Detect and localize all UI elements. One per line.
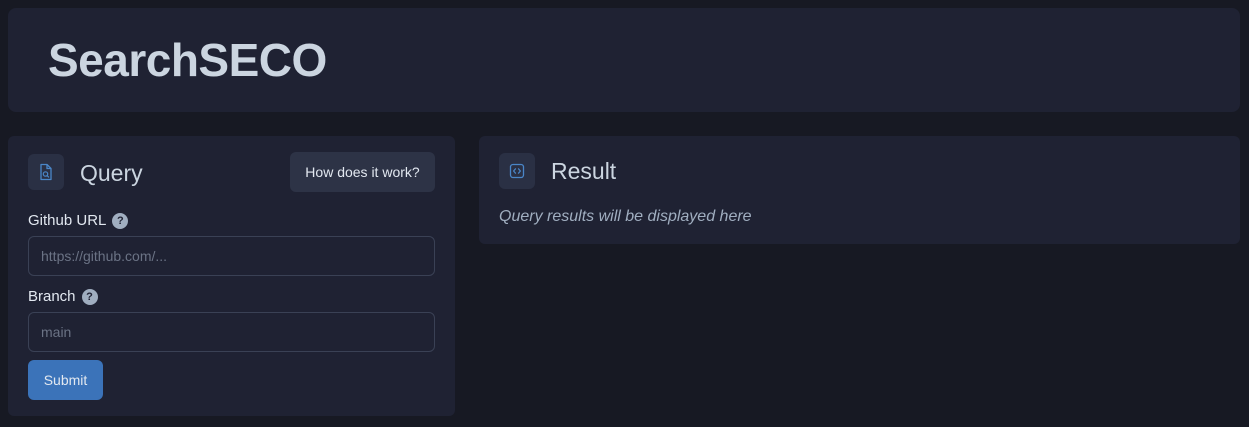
- query-title: Query: [80, 160, 143, 186]
- github-url-input[interactable]: [28, 236, 435, 276]
- help-icon[interactable]: ?: [81, 288, 98, 305]
- help-icon[interactable]: ?: [112, 212, 129, 229]
- code-icon: [499, 153, 535, 189]
- branch-input[interactable]: [28, 312, 435, 352]
- how-does-it-work-button[interactable]: How does it work?: [290, 152, 435, 192]
- github-url-label-row: Github URL ?: [28, 212, 129, 229]
- result-placeholder-text: Query results will be displayed here: [499, 208, 752, 225]
- github-url-label: Github URL: [28, 212, 107, 229]
- branch-label: Branch: [28, 288, 76, 305]
- file-search-icon: [28, 154, 64, 190]
- app-title: SearchSECO: [48, 34, 327, 86]
- branch-label-row: Branch ?: [28, 288, 98, 305]
- submit-button[interactable]: Submit: [28, 360, 103, 400]
- app-header: SearchSECO: [8, 8, 1240, 112]
- query-panel: Query How does it work? Github URL ? Bra…: [8, 136, 455, 416]
- result-panel: Result Query results will be displayed h…: [479, 136, 1240, 244]
- result-title: Result: [551, 158, 617, 184]
